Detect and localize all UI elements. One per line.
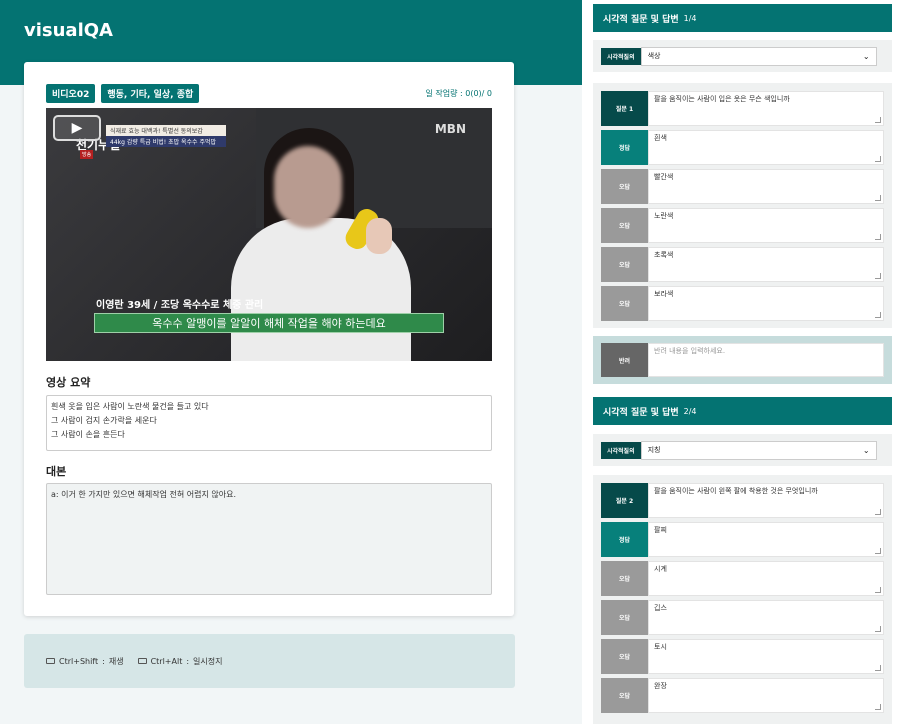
wrong-answer-row: 오답 초록색 [601,247,884,282]
wrong-answer-label: 오답 [601,600,648,635]
qa-header-2: 시각적 질문 및 답변 2/4 [593,397,892,425]
wrong-answer-row: 오답 빨간색 [601,169,884,204]
hotkey-pause-action: 일시정지 [193,656,223,666]
video-id-badge: 비디오02 [46,84,96,103]
app-title: visualQA [24,20,113,41]
question-label: 질문 1 [601,91,648,126]
qa-panel: 시각적 질문 및 답변 1/4 시각적질의 색상 ⌄ 질문 1 팔을 움직이는 … [582,0,904,724]
reject-input[interactable]: 반려 내용을 입력하세요. [648,343,884,377]
qa-header-title: 시각적 질문 및 답변 [603,14,679,25]
qa-type-select[interactable]: 지칭 ⌄ [640,440,877,460]
qa-type-select[interactable]: 색상 ⌄ [640,46,877,66]
promo-banner: 식재료 효능 대백과! 특별선 동의보감 44kg 감량 특급 비법! 초밥 옥… [106,125,226,147]
hotkey-play: Ctrl+Shift : 재생 [46,656,124,667]
wrong-answer-label: 오답 [601,561,648,596]
hotkey-pause-keys: Ctrl+Alt [150,656,183,666]
wrong-answer-row: 오답 완장 [601,678,884,713]
answer-row: 정답 흰색 [601,130,884,165]
wrong-answer-label: 오답 [601,678,648,713]
wrong-answer-input[interactable]: 초록색 [648,247,884,282]
blurred-face [274,146,342,228]
category-badge: 행동, 기타, 일상, 종합 [101,84,200,103]
qa-header-1: 시각적 질문 및 답변 1/4 [593,4,892,32]
question-input[interactable]: 팔을 움직이는 사람이 입은 옷은 무슨 색입니까 [648,91,884,126]
chevron-down-icon: ⌄ [862,445,870,455]
question-row: 질문 2 팔을 움직이는 사람이 왼쪽 팔에 착용한 것은 무엇입니까 [601,483,884,518]
qa-type-label: 시각적질의 [601,47,641,65]
hotkey-help: Ctrl+Shift : 재생 Ctrl+Alt : 일시정지 [24,634,515,688]
qa-type-row-1: 시각적질의 색상 ⌄ [593,40,892,72]
question-row: 질문 1 팔을 움직이는 사람이 입은 옷은 무슨 색입니까 [601,91,884,126]
video-person-hand [366,218,392,254]
reject-memo-row: 반려 반려 내용을 입력하세요. [593,336,892,384]
qa-list-2: 질문 2 팔을 움직이는 사람이 왼쪽 팔에 착용한 것은 무엇입니까 정답 팔… [593,475,892,724]
play-icon: ▶ [71,120,83,136]
keyboard-icon [137,658,147,664]
wrong-answer-input[interactable]: 깁스 [648,600,884,635]
qa-header-index: 1/4 [683,13,697,23]
channel-logo: MBN [434,122,466,136]
wrong-answer-row: 오답 보라색 [601,286,884,321]
qa-header-title: 시각적 질문 및 답변 [603,407,679,418]
wrong-answer-input[interactable]: 토시 [648,639,884,674]
answer-input[interactable]: 팔찌 [648,522,884,557]
wrong-answer-input[interactable]: 보라색 [648,286,884,321]
caption-subtitle: 옥수수 알맹이를 알알이 해체 작업을 해야 하는데요 [94,313,444,333]
wrong-answer-label: 오답 [601,639,648,674]
wrong-answer-input[interactable]: 빨간색 [648,169,884,204]
tag-badges: 비디오02 행동, 기타, 일상, 종합 [46,84,200,103]
qa-list-1: 질문 1 팔을 움직이는 사람이 입은 옷은 무슨 색입니까 정답 흰색 오답 … [593,83,892,328]
reject-label: 반려 [601,343,648,377]
qa-type-value: 지칭 [647,446,661,454]
answer-label: 정답 [601,130,648,165]
video-player[interactable]: 천기누설 방송 식재료 효능 대백과! 특별선 동의보감 44kg 감량 특급 … [46,108,492,361]
qa-type-label: 시각적질의 [601,441,641,459]
qa-type-value: 색상 [647,52,661,60]
wrong-answer-input[interactable]: 노란색 [648,208,884,243]
promo-line-2: 44kg 감량 특급 비법! 초밥 옥수수 주먹밥 [106,136,226,147]
promo-line-1: 식재료 효능 대백과! 특별선 동의보감 [106,125,226,136]
video-card: 비디오02 행동, 기타, 일상, 종합 일 작업량 : 0(0)/ 0 천기누… [24,62,514,616]
hotkey-pause: Ctrl+Alt : 일시정지 [137,656,223,667]
wrong-answer-label: 오답 [601,169,648,204]
wrong-answer-label: 오답 [601,208,648,243]
question-label: 질문 2 [601,483,648,518]
wrong-answer-row: 오답 노란색 [601,208,884,243]
hotkey-play-keys: Ctrl+Shift [59,656,99,666]
qa-type-row-2: 시각적질의 지칭 ⌄ [593,434,892,466]
show-tag: 방송 [80,150,94,159]
qa-header-index: 2/4 [683,406,697,416]
wrong-answer-input[interactable]: 시계 [648,561,884,596]
answer-row: 정답 팔찌 [601,522,884,557]
keyboard-icon [46,658,55,664]
script-label: 대본 [46,465,67,478]
script-textarea[interactable]: a: 이거 한 가지만 있으면 해체작업 전혀 어렵지 않아요. [46,483,492,595]
caption-name: 이영란 39세 / 조당 옥수수로 체중 관리 [96,300,264,311]
wrong-answer-input[interactable]: 완장 [648,678,884,713]
answer-input[interactable]: 흰색 [648,130,884,165]
wrong-answer-row: 오답 깁스 [601,600,884,635]
play-button[interactable]: ▶ [53,115,101,141]
hotkey-play-action: 재생 [108,656,124,666]
wrong-answer-label: 오답 [601,247,648,282]
chevron-down-icon: ⌄ [862,51,870,61]
wrong-answer-row: 오답 토시 [601,639,884,674]
workload-counter: 일 작업량 : 0(0)/ 0 [425,89,492,98]
wrong-answer-label: 오답 [601,286,648,321]
question-input[interactable]: 팔을 움직이는 사람이 왼쪽 팔에 착용한 것은 무엇입니까 [648,483,884,518]
summary-textarea[interactable]: 흰색 옷을 입은 사람이 노란색 물건을 들고 있다 그 사람이 검지 손가락을… [46,395,492,451]
summary-label: 영상 요약 [46,376,91,389]
answer-label: 정답 [601,522,648,557]
wrong-answer-row: 오답 시계 [601,561,884,596]
